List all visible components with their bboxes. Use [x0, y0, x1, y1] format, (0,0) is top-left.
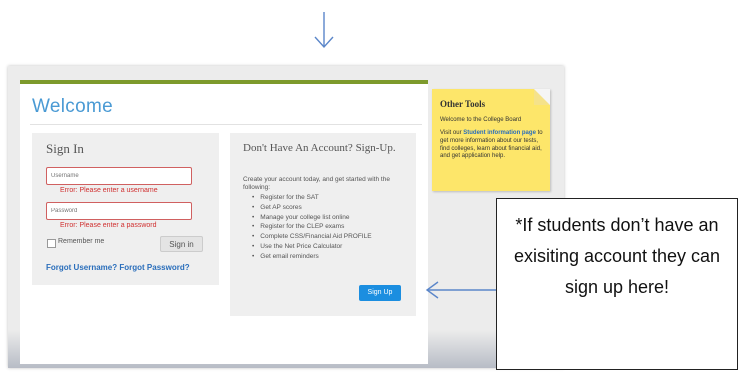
- divider: [30, 124, 422, 125]
- annotation-callout-text: *If students don’t have an exisiting acc…: [513, 215, 721, 297]
- list-item: Get email reminders: [252, 252, 372, 262]
- list-item: Get AP scores: [252, 203, 372, 213]
- list-item: Complete CSS/Financial Aid PROFILE: [252, 232, 371, 242]
- username-field[interactable]: [46, 167, 192, 185]
- signup-intro: Create your account today, and get start…: [243, 176, 390, 191]
- signup-button[interactable]: Sign Up: [359, 285, 401, 301]
- remember-me-label: Remember me: [58, 238, 105, 245]
- signup-title: Don't Have An Account? Sign-Up.: [243, 142, 396, 154]
- list-item: Use the Net Price Calculator: [252, 242, 372, 252]
- password-field[interactable]: [46, 202, 192, 220]
- list-item: Register for the SAT: [252, 193, 372, 203]
- remember-me-checkbox[interactable]: [47, 239, 56, 248]
- student-information-link[interactable]: Student information page: [463, 130, 536, 136]
- list-item: Register for the CLEP exams: [252, 222, 372, 232]
- page-title: Welcome: [32, 96, 113, 117]
- signup-benefits-list: Register for the SAT Get AP scores Manag…: [252, 193, 372, 262]
- left-arrow-icon: [425, 281, 496, 299]
- forgot-username-link[interactable]: Forgot Username?: [46, 263, 117, 272]
- forgot-password-link[interactable]: Forgot Password?: [119, 263, 189, 272]
- signin-button[interactable]: Sign in: [160, 236, 203, 252]
- note-corner-fold: [534, 89, 550, 105]
- down-arrow-icon: [314, 12, 334, 49]
- password-error: Error: Please enter a password: [60, 222, 157, 229]
- other-tools-description: Visit our Student information page to ge…: [440, 130, 544, 161]
- other-tools-title: Other Tools: [440, 99, 486, 109]
- forgot-links: Forgot Username? Forgot Password?: [46, 263, 190, 272]
- username-error: Error: Please enter a username: [60, 187, 158, 194]
- other-tools-welcome: Welcome to the College Board: [440, 117, 522, 123]
- desc-prefix: Visit our: [440, 130, 464, 136]
- list-item: Manage your college list online: [252, 213, 372, 223]
- signin-title: Sign In: [46, 141, 84, 156]
